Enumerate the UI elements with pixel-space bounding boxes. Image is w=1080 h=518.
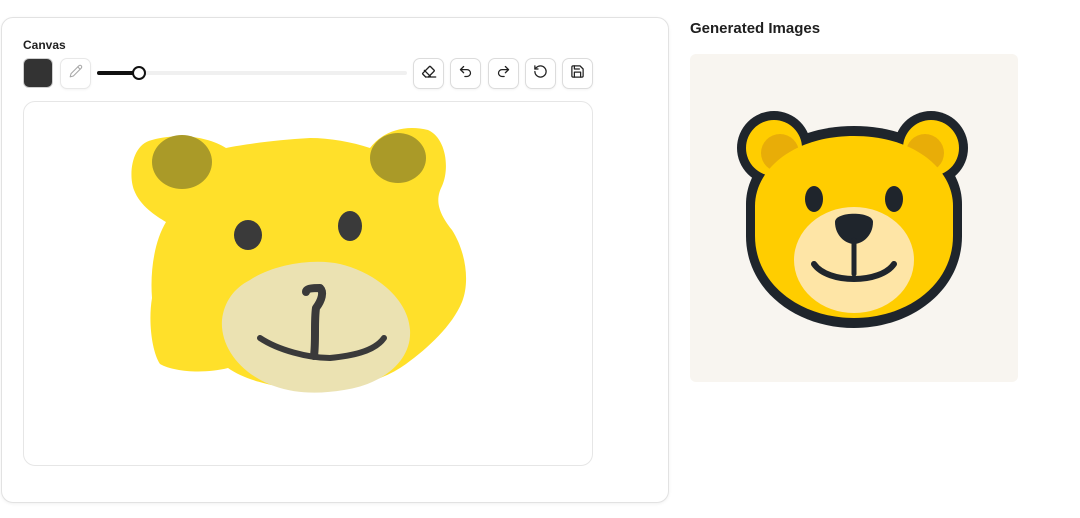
reset-icon <box>533 64 548 84</box>
canvas-panel: Canvas <box>1 17 669 503</box>
eraser-icon <box>421 63 437 84</box>
slider-thumb[interactable] <box>132 66 146 80</box>
redo-button[interactable] <box>488 58 519 89</box>
canvas-title: Canvas <box>23 38 66 52</box>
pencil-icon <box>69 64 83 83</box>
generated-images-title: Generated Images <box>690 20 821 37</box>
save-icon <box>570 64 585 84</box>
color-picker-swatch[interactable] <box>23 58 53 88</box>
page: Canvas Generated Images <box>0 0 1080 518</box>
reset-button[interactable] <box>525 58 556 89</box>
bear-illustration <box>690 54 1018 382</box>
redo-icon <box>496 64 511 84</box>
bear-sketch <box>131 128 467 393</box>
undo-button[interactable] <box>450 58 481 89</box>
pencil-button[interactable] <box>60 58 91 89</box>
eraser-button[interactable] <box>413 58 444 89</box>
undo-icon <box>458 64 473 84</box>
drawing-canvas[interactable] <box>23 101 593 466</box>
save-button[interactable] <box>562 58 593 89</box>
brush-size-slider[interactable] <box>97 66 407 80</box>
generated-image[interactable] <box>690 54 1018 382</box>
